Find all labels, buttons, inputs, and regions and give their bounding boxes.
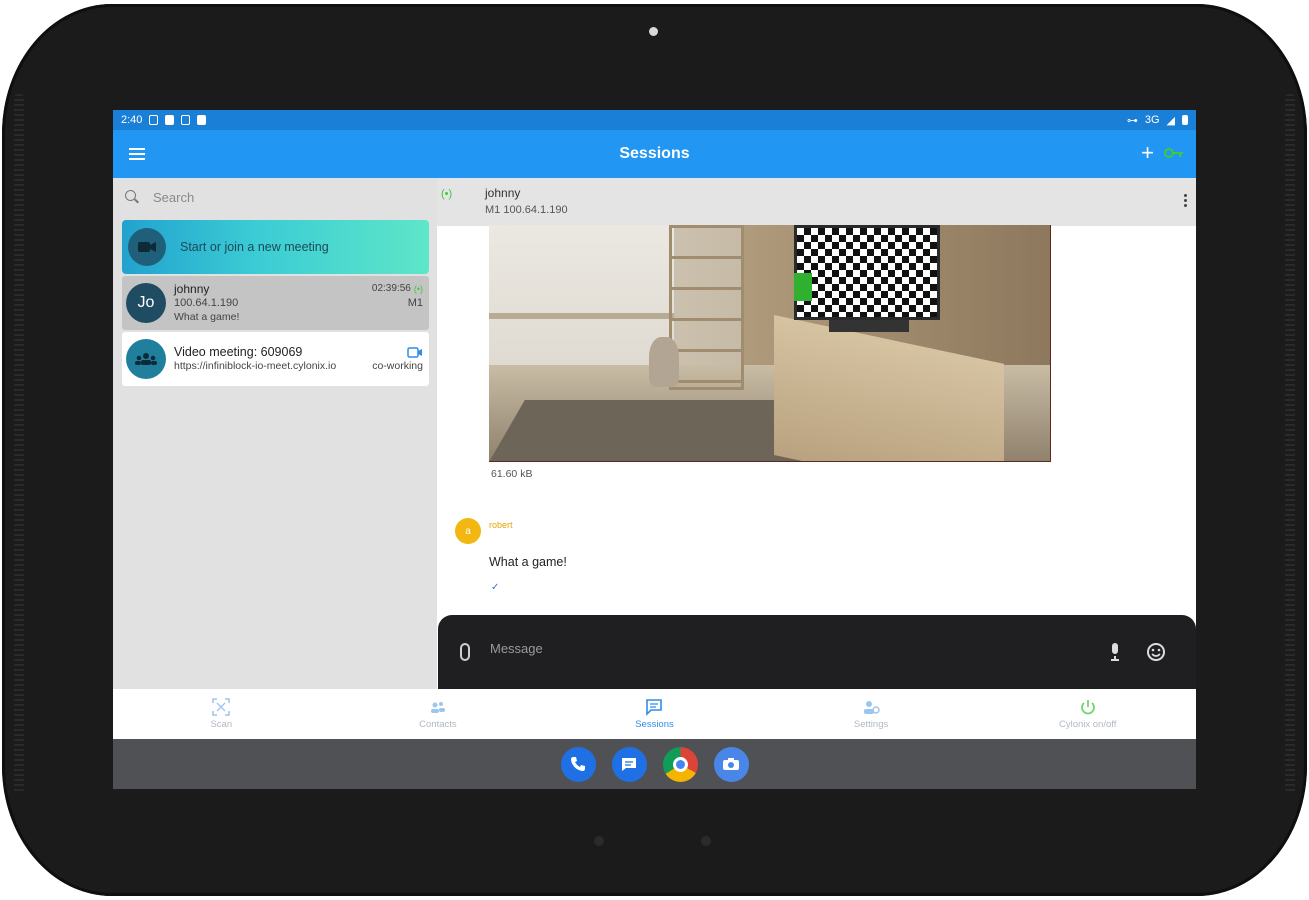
notification-icon [181, 115, 191, 125]
chat-header-subtitle: M1 100.64.1.190 [485, 204, 568, 216]
chat-item-johnny[interactable]: Jo johnny 02:39:56 (•) 100.64.1.190 M1 W… [122, 276, 429, 330]
nav-settings[interactable]: Settings [763, 689, 980, 739]
read-check-icon: ✓ [491, 582, 500, 593]
add-icon[interactable]: + [1141, 142, 1154, 164]
message-composer [438, 615, 1196, 689]
network-type: 3G [1144, 114, 1160, 126]
front-camera [649, 27, 658, 36]
screen: 2:40 ⊶ 3G ◢ Sessions + Search Start or j… [113, 110, 1196, 789]
meeting-room: co-working [372, 360, 423, 372]
video-icon [407, 346, 422, 358]
microphone-icon[interactable] [1110, 643, 1120, 661]
android-dock [113, 739, 1196, 789]
nav-contacts[interactable]: Contacts [330, 689, 547, 739]
chat-header: (•) johnny M1 100.64.1.190 [437, 178, 1196, 226]
meeting-url: https://infiniblock-io-meet.cylonix.io [174, 360, 337, 372]
notification-icon [149, 115, 159, 125]
nav-scan[interactable]: Scan [113, 689, 330, 739]
chat-address: 100.64.1.190 [174, 297, 239, 309]
page-title: Sessions [619, 145, 690, 162]
more-options-icon[interactable] [1184, 194, 1188, 209]
sessions-icon [646, 699, 663, 716]
chat-tag: M1 [407, 297, 423, 309]
avatar: Jo [126, 283, 166, 323]
sensor-dot-right [701, 836, 711, 846]
emoji-icon[interactable] [1146, 642, 1166, 662]
messages-icon[interactable] [611, 746, 647, 782]
sender-avatar: a [455, 518, 481, 544]
file-size: 61.60 kB [491, 468, 533, 480]
chrome-icon[interactable] [662, 746, 698, 782]
nav-power[interactable]: Cylonix on/off [979, 689, 1196, 739]
message-input[interactable] [490, 641, 1050, 656]
phone-icon[interactable] [560, 746, 596, 782]
contacts-icon [430, 702, 445, 713]
chat-last-message: What a game! [174, 311, 240, 323]
sender-name: robert [489, 520, 513, 530]
online-signal-icon: (•) [441, 188, 453, 200]
group-icon [126, 339, 166, 379]
nav-sessions[interactable]: Sessions [546, 689, 763, 739]
key-icon[interactable] [1164, 146, 1184, 160]
signal-icon: ◢ [1166, 114, 1175, 127]
search-icon [125, 190, 139, 204]
tablet-device: 2:40 ⊶ 3G ◢ Sessions + Search Start or j… [0, 0, 1309, 900]
shared-image[interactable] [489, 225, 1051, 462]
status-time: 2:40 [121, 114, 143, 126]
sessions-list-pane: Start or join a new meeting Jo johnny 02… [113, 178, 437, 689]
chat-name: johnny [174, 282, 210, 296]
camera-icon[interactable] [713, 746, 749, 782]
menu-icon[interactable] [129, 148, 145, 160]
chat-time: 02:39:56 [371, 283, 411, 294]
sensor-dot-left [594, 836, 604, 846]
notification-icon [165, 115, 175, 125]
power-icon [1080, 700, 1095, 715]
bottom-navigation: Scan Contacts Sessions Settings Cylonix … [113, 689, 1196, 739]
status-bar: 2:40 ⊶ 3G ◢ [113, 110, 1196, 130]
attach-icon[interactable] [460, 643, 470, 661]
message-text: What a game! [489, 555, 567, 569]
scan-icon [212, 698, 231, 716]
settings-icon [864, 701, 880, 714]
meeting-title: Video meeting: 609069 [174, 345, 303, 359]
online-signal-icon: (•) [413, 284, 423, 294]
key-status-icon: ⊶ [1126, 114, 1138, 127]
search-bar [113, 178, 437, 216]
sd-card-icon [197, 115, 207, 125]
chat-item-video-meeting[interactable]: Video meeting: 609069 https://infinibloc… [122, 332, 429, 386]
start-meeting-card[interactable]: Start or join a new meeting [122, 220, 429, 274]
conversation-pane: (•) johnny M1 100.64.1.190 61.60 kB a ro… [437, 178, 1196, 689]
start-meeting-label: Start or join a new meeting [180, 240, 329, 254]
app-bar: Sessions + [113, 130, 1196, 178]
battery-icon [1182, 115, 1188, 125]
search-input[interactable] [153, 189, 413, 205]
chat-header-name: johnny [485, 186, 521, 200]
video-camera-icon [128, 228, 166, 266]
